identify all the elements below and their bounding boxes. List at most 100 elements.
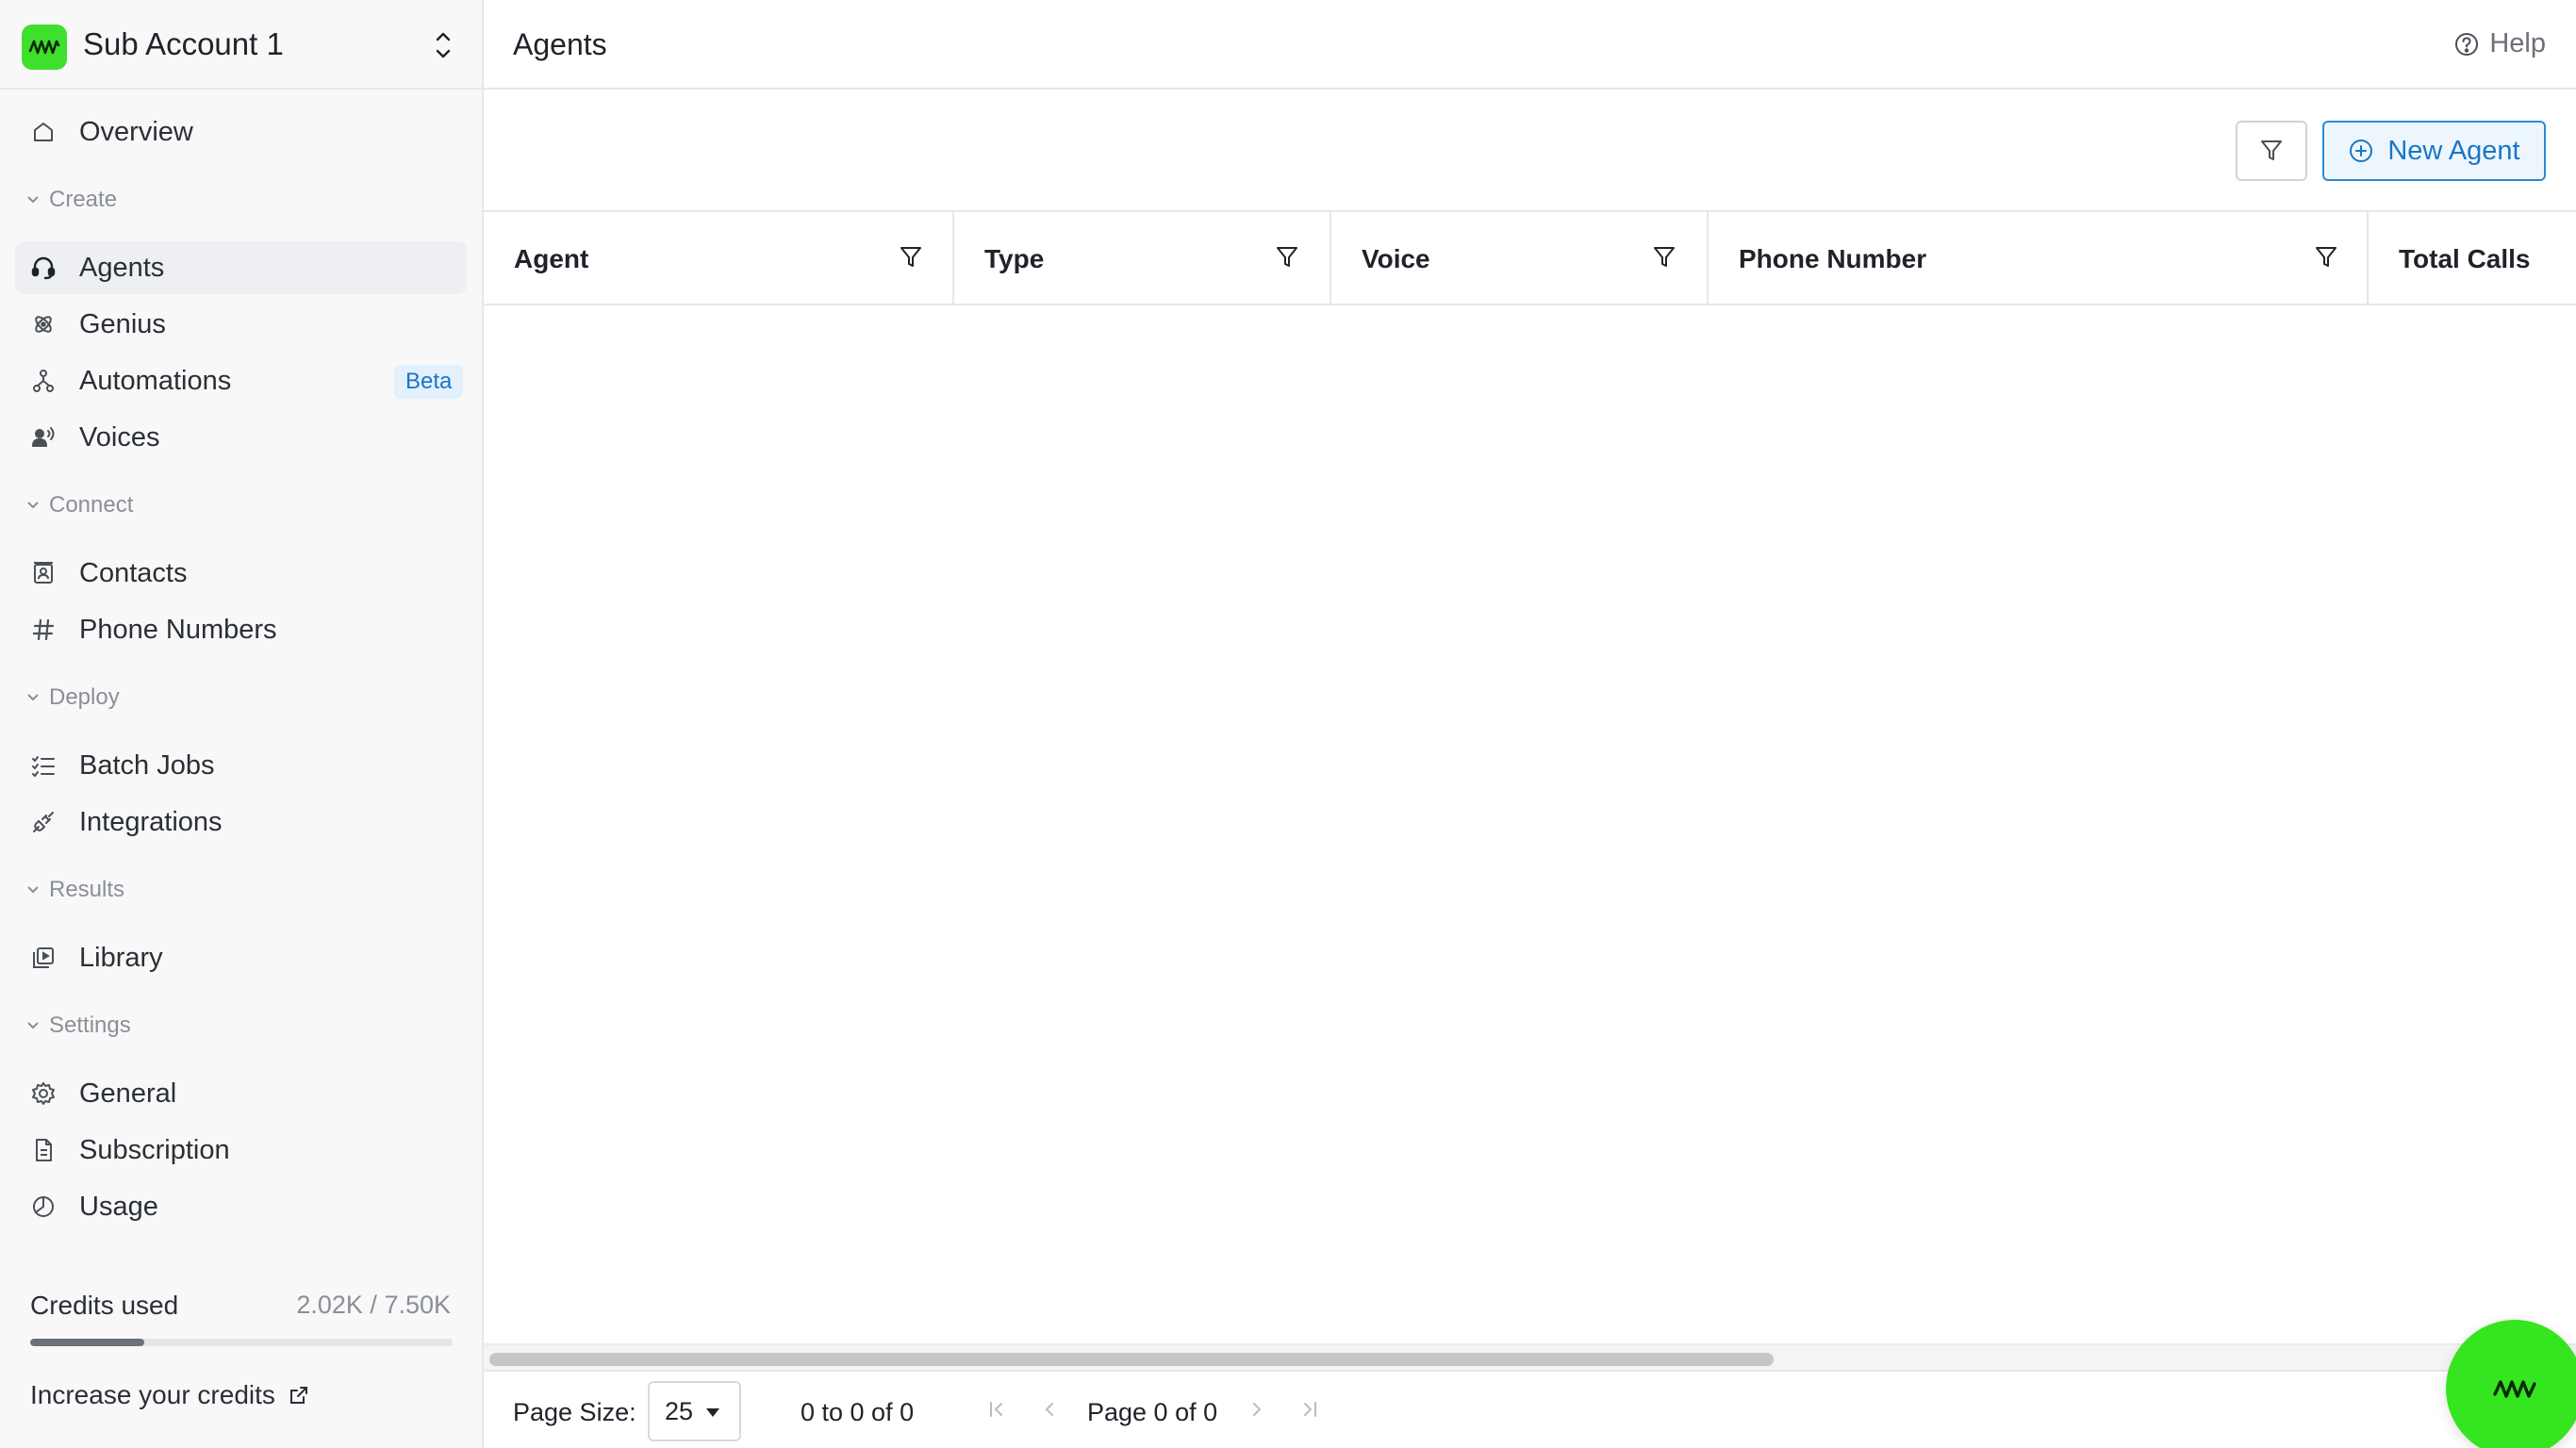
waveform-logo-icon (2493, 1380, 2536, 1398)
sidebar-item-label: Integrations (79, 807, 223, 837)
sidebar-item-contacts[interactable]: Contacts (15, 547, 467, 600)
increase-credits-label: Increase your credits (30, 1380, 275, 1409)
sidebar-item-usage[interactable]: Usage (15, 1180, 467, 1233)
speaking-person-icon (31, 427, 55, 447)
gear-icon (32, 1082, 55, 1105)
section-create[interactable]: Create (26, 187, 117, 213)
new-agent-label: New Agent (2387, 135, 2520, 166)
column-header-label: Voice (1362, 244, 1430, 273)
sidebar-item-voices[interactable]: Voices (15, 411, 467, 464)
sidebar-item-label: Batch Jobs (79, 750, 215, 781)
horizontal-scrollbar[interactable] (484, 1343, 2576, 1370)
funnel-icon[interactable] (2314, 244, 2338, 271)
section-deploy[interactable]: Deploy (26, 684, 120, 711)
sidebar-item-batch-jobs[interactable]: Batch Jobs (15, 739, 467, 792)
external-link-icon (289, 1387, 307, 1404)
chevron-down-icon (27, 196, 39, 204)
sidebar-item-phone-numbers[interactable]: Phone Numbers (15, 603, 467, 656)
scrollbar-thumb[interactable] (489, 1353, 1774, 1366)
sidebar-item-label: Automations (79, 366, 232, 396)
hash-icon (32, 618, 55, 641)
filter-button[interactable] (2236, 121, 2307, 181)
section-connect[interactable]: Connect (26, 492, 133, 518)
sidebar-item-label: General (79, 1078, 177, 1109)
credits-label: Credits used (30, 1291, 179, 1320)
funnel-icon[interactable] (1652, 244, 1676, 271)
column-header-label: Type (984, 244, 1045, 273)
chevron-down-icon (27, 1022, 39, 1029)
workflow-icon (33, 370, 54, 392)
sidebar-item-genius[interactable]: Genius (15, 298, 467, 351)
sidebar-item-label: Genius (79, 309, 166, 339)
sidebar-item-integrations[interactable]: Integrations (15, 796, 467, 848)
section-label: Connect (49, 492, 134, 518)
sidebar-item-label: Subscription (79, 1135, 230, 1165)
last-page-icon[interactable] (1296, 1396, 1323, 1423)
sidebar-item-label: Contacts (79, 558, 188, 588)
plug-icon (33, 812, 54, 832)
table-header-row: Agent Type Voice Phone Number Total Call… (484, 212, 2576, 305)
plus-circle-icon (2350, 140, 2373, 162)
row-range-text: 0 to 0 of 0 (801, 1398, 915, 1426)
section-settings[interactable]: Settings (26, 1012, 131, 1039)
funnel-icon[interactable] (899, 244, 923, 271)
sidebar-item-general[interactable]: General (15, 1067, 467, 1120)
checklist-icon (32, 756, 55, 778)
credits-progress-fill (30, 1339, 144, 1346)
sidebar-item-label: Overview (79, 117, 193, 147)
sidebar-item-overview[interactable]: Overview (15, 106, 467, 158)
help-button[interactable]: Help (2453, 28, 2546, 59)
question-circle-icon (2455, 32, 2479, 56)
section-results[interactable]: Results (26, 877, 124, 903)
main-content: Agents Help New Agent Agent Type Voice P… (484, 0, 2576, 1448)
page-indicator: Page 0 of 0 (1087, 1398, 1218, 1426)
sidebar-item-agents[interactable]: Agents (15, 241, 467, 294)
chevron-down-icon (27, 886, 39, 894)
sidebar-item-label: Phone Numbers (79, 615, 277, 645)
new-agent-button[interactable]: New Agent (2322, 121, 2546, 181)
sidebar: Sub Account 1 Overview Create Agents Gen… (0, 0, 484, 1448)
sidebar-item-automations[interactable]: Automations Beta (15, 354, 467, 407)
headset-icon (31, 256, 56, 280)
sidebar-item-label: Usage (79, 1192, 158, 1222)
table-toolbar: New Agent (484, 90, 2576, 212)
document-icon (36, 1139, 52, 1161)
home-icon (34, 123, 53, 141)
caret-down-icon (706, 1408, 719, 1417)
next-page-icon[interactable] (1244, 1396, 1270, 1423)
column-header-label: Total Calls (2399, 244, 2531, 273)
media-library-icon (33, 947, 54, 968)
first-page-icon[interactable] (983, 1396, 1010, 1423)
pagination-bar: Page Size: 25 0 to 0 of 0 Page 0 of 0 (484, 1370, 2576, 1448)
waveform-logo-icon (22, 25, 67, 70)
sidebar-item-label: Voices (79, 422, 160, 452)
page-title: Agents (513, 27, 607, 61)
sidebar-item-subscription[interactable]: Subscription (15, 1124, 467, 1176)
chevron-down-icon (27, 694, 39, 701)
atom-icon (35, 316, 52, 333)
section-label: Deploy (49, 684, 120, 710)
sidebar-item-library[interactable]: Library (15, 931, 467, 984)
page-size-value: 25 (665, 1396, 694, 1425)
column-header-agent[interactable]: Agent (484, 212, 954, 304)
assistant-chat-button[interactable] (2446, 1320, 2576, 1448)
account-switcher[interactable]: Sub Account 1 (0, 0, 482, 90)
sidebar-item-label: Library (79, 943, 163, 973)
column-header-total-calls[interactable]: Total Calls (2369, 212, 2576, 304)
column-header-voice[interactable]: Voice (1331, 212, 1709, 304)
column-header-type[interactable]: Type (954, 212, 1331, 304)
credits-progress-bar (30, 1339, 453, 1346)
increase-credits-link[interactable]: Increase your credits (30, 1380, 309, 1410)
funnel-icon (2261, 140, 2282, 160)
chevron-down-icon (27, 502, 39, 509)
chevron-up-down-icon[interactable] (432, 28, 454, 62)
column-header-phone-number[interactable]: Phone Number (1709, 212, 2369, 304)
help-label: Help (2489, 28, 2546, 58)
funnel-icon[interactable] (1275, 244, 1299, 271)
column-header-label: Agent (514, 244, 589, 273)
page-size-select[interactable]: 25 (648, 1381, 741, 1441)
account-name: Sub Account 1 (83, 26, 284, 61)
contact-book-icon (34, 562, 53, 584)
credits-value: 2.02K / 7.50K (296, 1291, 451, 1319)
previous-page-icon[interactable] (1036, 1396, 1063, 1423)
